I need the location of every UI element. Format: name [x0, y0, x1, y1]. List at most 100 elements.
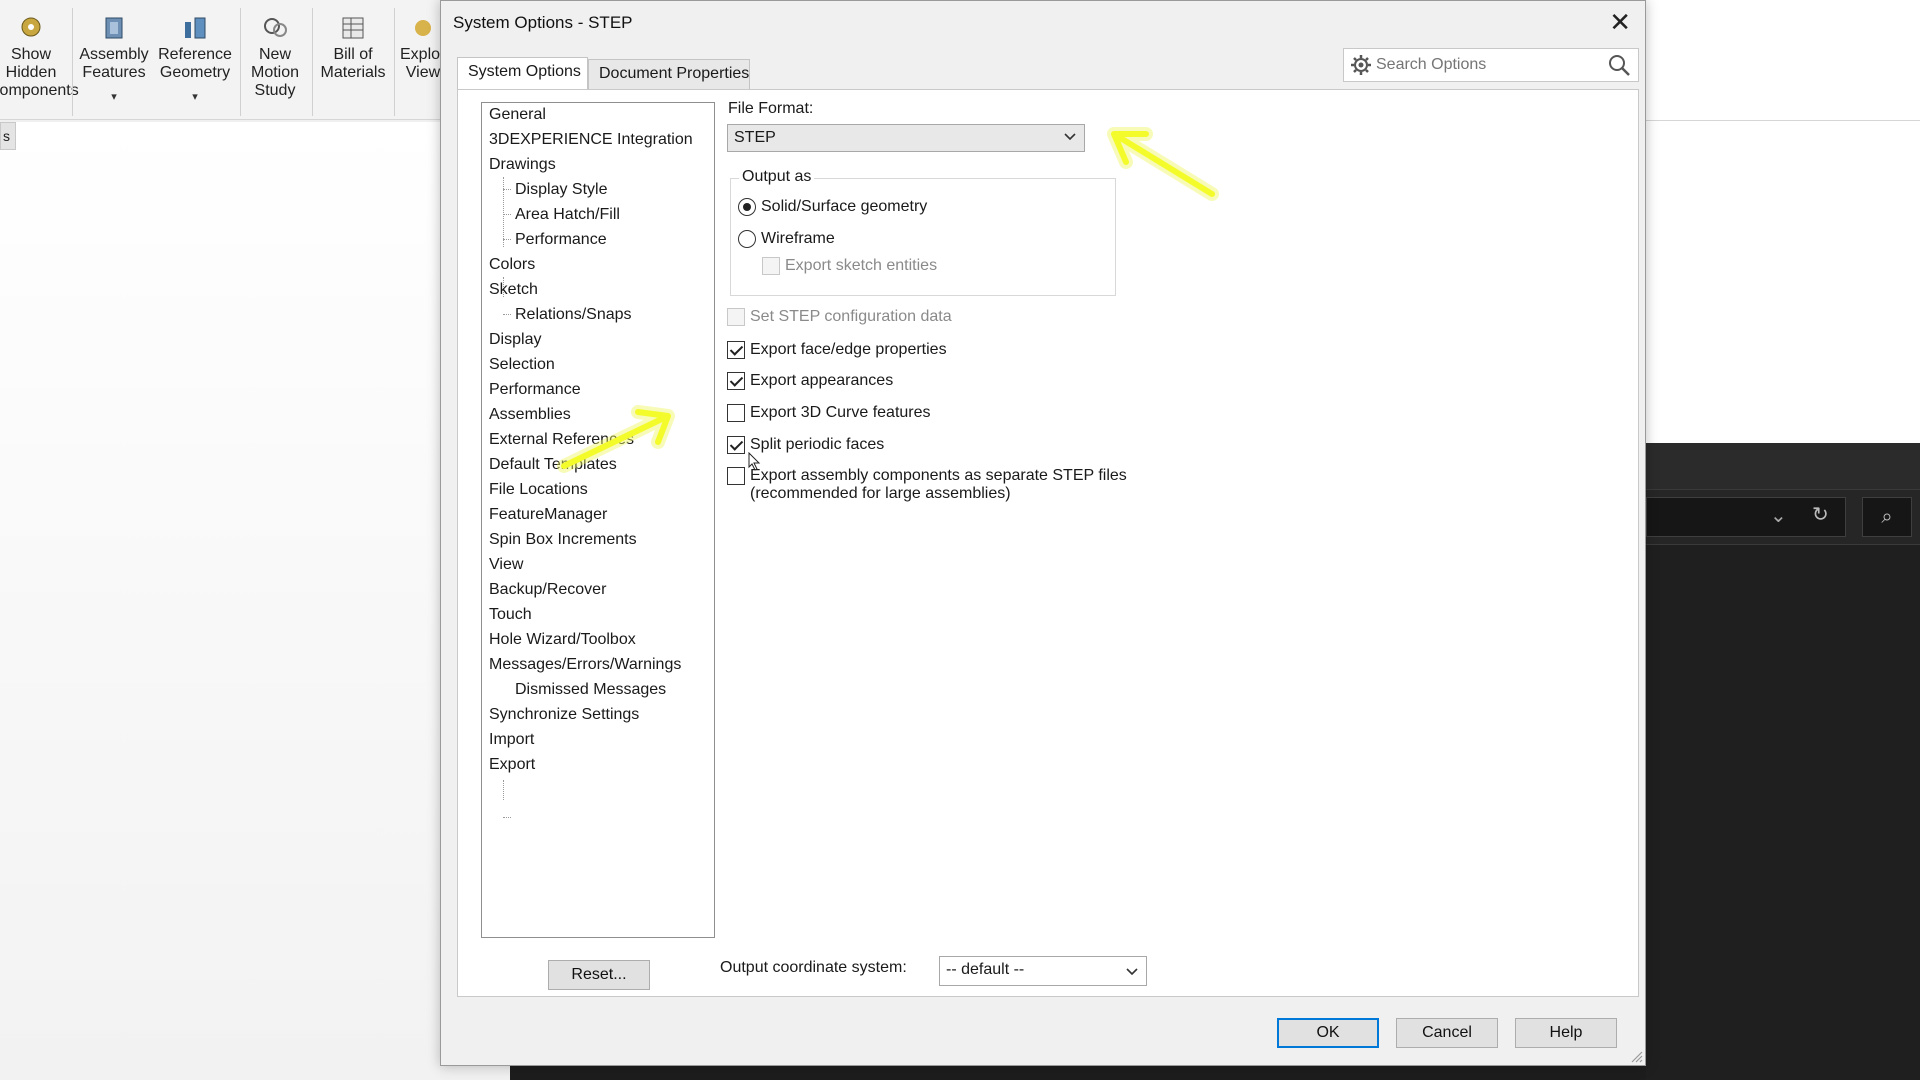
exploded-view-icon [415, 20, 431, 36]
help-button[interactable]: Help [1515, 1018, 1617, 1048]
tree-item-selection[interactable]: Selection [489, 355, 555, 375]
tree-connector [503, 189, 511, 190]
tree-item-display[interactable]: Display [489, 330, 541, 350]
ok-button[interactable]: OK [1277, 1018, 1379, 1048]
bill-of-materials-label-1: Bill of [333, 46, 373, 63]
set-step-config-label: Set STEP configuration data [750, 308, 952, 325]
tree-item-assemblies[interactable]: Assemblies [489, 405, 571, 425]
file-format-value: STEP [734, 129, 776, 146]
tab-document-properties[interactable]: Document Properties [588, 59, 750, 89]
output-as-legend: Output as [739, 168, 815, 186]
show-hidden-components-icon [21, 17, 41, 37]
tree-item-dismissed-messages[interactable]: Dismissed Messages [515, 680, 666, 700]
tree-item-messages-errors-warnings[interactable]: Messages/Errors/Warnings [489, 655, 681, 675]
tab-system-options[interactable]: System Options [457, 57, 588, 89]
chevron-down-icon[interactable] [1124, 963, 1140, 979]
export-3d-curve-label: Export 3D Curve features [750, 404, 931, 421]
tree-item-default-templates[interactable]: Default Templates [489, 455, 617, 475]
new-motion-label-2: Motion [250, 64, 300, 81]
chevron-down-icon[interactable] [1062, 128, 1078, 144]
split-periodic-faces-label: Split periodic faces [750, 436, 885, 453]
tree-item-relations-snaps[interactable]: Relations/Snaps [515, 305, 632, 325]
file-format-select[interactable]: STEP [727, 124, 1085, 152]
export-face-edge-checkbox[interactable] [727, 341, 745, 359]
cancel-button[interactable]: Cancel [1396, 1018, 1498, 1048]
tree-item-general[interactable]: General [489, 105, 546, 125]
tree-item-display-style[interactable]: Display Style [515, 180, 607, 200]
search-input[interactable] [1376, 53, 1596, 77]
tree-item-3dexperience-integration[interactable]: 3DEXPERIENCE Integration [489, 130, 693, 150]
chevron-down-icon[interactable]: ▾ [76, 88, 152, 106]
split-periodic-faces-checkbox[interactable] [727, 436, 745, 454]
toolbar-separator [72, 8, 73, 116]
reference-geometry-label-2: Geometry [159, 64, 231, 81]
search-options-box[interactable] [1343, 48, 1639, 82]
output-coordinate-select[interactable]: -- default -- [939, 956, 1147, 986]
tree-item-hole-wizard-toolbox[interactable]: Hole Wizard/Toolbox [489, 630, 636, 650]
wireframe-label: Wireframe [761, 230, 835, 247]
taskbar-strip [510, 1066, 1646, 1080]
search-icon[interactable] [1606, 52, 1632, 78]
tree-item-external-references[interactable]: External References [489, 430, 634, 450]
export-assembly-separate-checkbox[interactable] [727, 467, 745, 485]
search-icon[interactable]: ⌕ [1862, 497, 1912, 537]
assembly-features-icon [105, 17, 123, 39]
show-hidden-label-1: Show [10, 46, 52, 63]
tree-item-file-locations[interactable]: File Locations [489, 480, 588, 500]
gear-icon[interactable] [1348, 52, 1374, 78]
show-hidden-label-2: Hidden [5, 64, 57, 81]
tree-item-backup-recover[interactable]: Backup/Recover [489, 580, 606, 600]
side-panel-tab[interactable]: s [0, 122, 16, 150]
tree-item-featuremanager[interactable]: FeatureManager [489, 505, 607, 525]
export-sketch-entities-checkbox[interactable] [762, 257, 780, 275]
tree-connector [503, 780, 504, 800]
tree-item-view[interactable]: View [489, 555, 523, 575]
export-assembly-separate-label-2: (recommended for large assemblies) [750, 485, 1011, 502]
tree-item-spin-box-increments[interactable]: Spin Box Increments [489, 530, 637, 550]
dialog-title: System Options - STEP [453, 13, 633, 32]
export-appearances-label: Export appearances [750, 372, 894, 389]
export-appearances-checkbox[interactable] [727, 372, 745, 390]
tree-connector [503, 177, 504, 247]
refresh-icon[interactable]: ↻ [1812, 502, 1829, 527]
assembly-features-button[interactable]: Assembly Features ▾ [76, 10, 152, 106]
output-coordinate-value: -- default -- [946, 961, 1025, 978]
tree-item-import[interactable]: Import [489, 730, 534, 750]
export-assembly-separate-label-1: Export assembly components as separate S… [750, 467, 1127, 484]
tree-item-sketch[interactable]: Sketch [489, 280, 538, 300]
tree-item-synchronize-settings[interactable]: Synchronize Settings [489, 705, 639, 725]
tree-item-touch[interactable]: Touch [489, 605, 532, 625]
assembly-features-label-2: Features [82, 64, 146, 81]
chevron-down-icon[interactable]: ▾ [156, 88, 234, 106]
reference-geometry-icon [185, 17, 206, 39]
bill-of-materials-button[interactable]: Bill of Materials [318, 10, 388, 82]
output-coordinate-label: Output coordinate system: [720, 959, 907, 976]
chevron-down-icon[interactable]: ⌄ [1770, 503, 1787, 528]
toolbar-separator [240, 8, 241, 116]
wireframe-radio[interactable] [738, 230, 756, 248]
tree-item-performance[interactable]: Performance [489, 380, 581, 400]
new-motion-study-button[interactable]: New Motion Study [244, 10, 306, 100]
resize-grip-icon[interactable] [1629, 1049, 1643, 1063]
tree-item-drawings[interactable]: Drawings [489, 155, 556, 175]
file-format-label: File Format: [728, 100, 814, 117]
mouse-cursor-icon [748, 452, 761, 471]
tree-item-drawings-performance[interactable]: Performance [515, 230, 607, 250]
show-hidden-label-3: Components [0, 82, 79, 99]
reference-geometry-button[interactable]: Reference Geometry ▾ [156, 10, 234, 106]
bill-of-materials-label-2: Materials [320, 64, 386, 81]
solid-surface-radio[interactable] [738, 198, 756, 216]
show-hidden-components-button[interactable]: Show Hidden Components [0, 10, 79, 100]
tree-item-export[interactable]: Export [489, 755, 535, 775]
set-step-config-checkbox[interactable] [727, 308, 745, 326]
bill-of-materials-icon [342, 17, 364, 39]
export-3d-curve-checkbox[interactable] [727, 404, 745, 422]
divider [1646, 120, 1920, 121]
background-window [1646, 0, 1920, 443]
reset-button[interactable]: Reset... [548, 960, 650, 990]
close-icon[interactable]: ✕ [1609, 7, 1631, 38]
tree-item-colors[interactable]: Colors [489, 255, 535, 275]
tree-item-area-hatch-fill[interactable]: Area Hatch/Fill [515, 205, 620, 225]
solid-surface-label: Solid/Surface geometry [761, 198, 928, 215]
graphics-area[interactable] [0, 122, 440, 1080]
